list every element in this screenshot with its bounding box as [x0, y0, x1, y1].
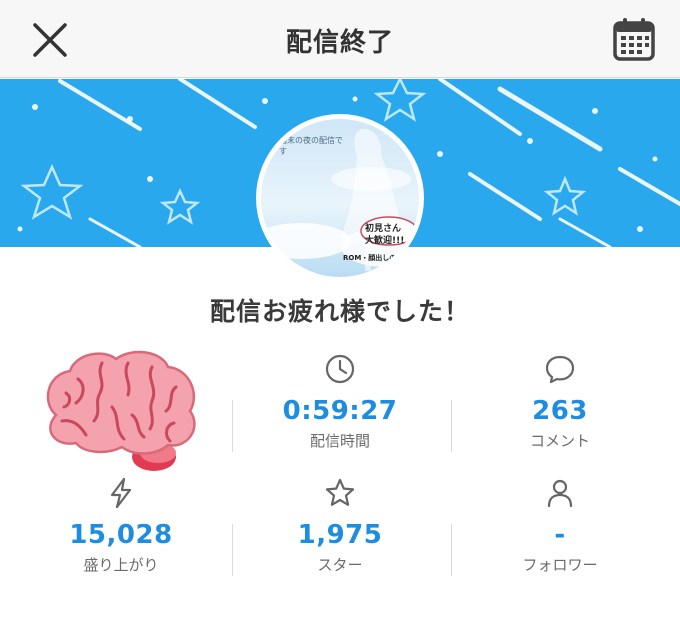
- page-title: 配信終了: [285, 28, 394, 58]
- stars-value: 1,975: [297, 520, 383, 550]
- divider: [451, 400, 452, 452]
- avatar-footer: ROM・顔出しのみ ▶ OK: [343, 254, 419, 262]
- stat-comments: 263 コメント: [451, 352, 669, 451]
- duration-label: 配信時間: [309, 432, 370, 450]
- stat-stars: 1,975 スター: [231, 476, 449, 575]
- avatar-image: 週末の夜の配信です 初見さん 大歓迎!!! ROM・顔出しのみ ▶ OK: [261, 119, 419, 277]
- stars-label: スター: [317, 556, 363, 574]
- followers-label: フォロワー: [522, 556, 598, 574]
- divider: [232, 400, 233, 452]
- stat-excitement: 15,028 盛り上がり: [12, 476, 230, 575]
- stat-duration: 0:59:27 配信時間: [231, 352, 449, 451]
- clock-icon: [325, 354, 355, 384]
- comment-icon: [545, 355, 575, 384]
- divider: [451, 524, 452, 576]
- duration-value: 0:59:27: [282, 396, 398, 426]
- excitement-label: 盛り上がり: [83, 556, 159, 574]
- person-icon: [547, 479, 573, 508]
- lightning-icon: [110, 477, 132, 509]
- star-icon: [325, 478, 355, 506]
- brain-icon: [46, 350, 196, 471]
- completion-message: 配信お疲れ様でした！: [209, 297, 470, 326]
- followers-value: -: [554, 520, 566, 550]
- comments-label: コメント: [529, 432, 590, 450]
- avatar-badge-line2: 大歓迎!!!: [365, 236, 405, 246]
- avatar-caption: 週末の夜の配信です: [279, 136, 343, 156]
- calendar-icon[interactable]: [612, 16, 656, 62]
- stat-followers: - フォロワー: [451, 476, 669, 575]
- profile-avatar: 週末の夜の配信です 初見さん 大歓迎!!! ROM・顔出しのみ ▶ OK: [256, 114, 424, 282]
- excitement-value: 15,028: [69, 520, 173, 550]
- divider: [232, 524, 233, 576]
- header-bar: 配信終了: [0, 0, 680, 78]
- comments-value: 263: [532, 396, 588, 426]
